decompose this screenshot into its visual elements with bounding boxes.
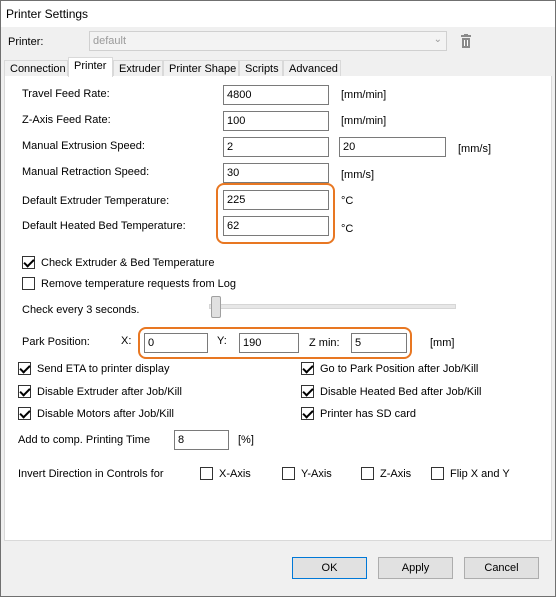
park-x-input[interactable]: 0 [144, 333, 208, 353]
z-axis-feed-rate-input[interactable]: 100 [223, 111, 329, 131]
default-extruder-temp-label: Default Extruder Temperature: [22, 195, 170, 207]
disable-motors-checkbox[interactable] [18, 407, 31, 420]
default-bed-temp-label: Default Heated Bed Temperature: [22, 220, 186, 232]
disable-extruder-label: Disable Extruder after Job/Kill [37, 386, 182, 398]
park-x-label: X: [121, 335, 132, 347]
default-extruder-temp-unit: °C [341, 195, 354, 207]
check-interval-slider-track[interactable] [209, 304, 456, 309]
check-interval-slider-thumb[interactable] [211, 296, 221, 318]
park-y-input[interactable]: 190 [239, 333, 299, 353]
window-title: Printer Settings [6, 7, 89, 21]
invert-z-axis-label: Z-Axis [380, 468, 412, 480]
disable-motors-label: Disable Motors after Job/Kill [37, 408, 174, 420]
park-y-label: Y: [217, 335, 227, 347]
check-every-label: Check every 3 seconds. [22, 304, 140, 316]
z-axis-feed-rate-label: Z-Axis Feed Rate: [22, 114, 111, 126]
default-extruder-temp-input[interactable]: 225 [223, 190, 329, 210]
check-temperature-label: Check Extruder & Bed Temperature [41, 257, 215, 269]
travel-feed-rate-input[interactable]: 4800 [223, 85, 329, 105]
printing-time-input[interactable]: 8 [174, 430, 229, 450]
printing-time-label: Add to comp. Printing Time [18, 434, 151, 446]
travel-feed-rate-label: Travel Feed Rate: [22, 88, 110, 100]
invert-x-axis-label: X-Axis [219, 468, 251, 480]
printer-label: Printer: [8, 36, 44, 48]
invert-z-axis-checkbox[interactable] [361, 467, 374, 480]
chevron-down-icon: ⌄ [433, 34, 442, 45]
printing-time-unit: [%] [238, 434, 254, 446]
manual-extrusion-speed-unit: [mm/s] [458, 143, 491, 155]
trash-icon[interactable] [460, 34, 472, 48]
send-eta-checkbox[interactable] [18, 362, 31, 375]
send-eta-label: Send ETA to printer display [37, 363, 170, 375]
remove-temp-requests-label: Remove temperature requests from Log [41, 278, 237, 290]
default-bed-temp-unit: °C [341, 223, 354, 235]
flip-xy-label: Flip X and Y [450, 468, 510, 480]
remove-temp-requests-checkbox[interactable] [22, 277, 35, 290]
park-zmin-input[interactable]: 5 [351, 333, 407, 353]
default-bed-temp-input[interactable]: 62 [223, 216, 329, 236]
apply-button[interactable]: Apply [378, 557, 453, 579]
disable-extruder-checkbox[interactable] [18, 385, 31, 398]
tab-printer[interactable]: Printer [68, 57, 113, 77]
travel-feed-rate-unit: [mm/min] [341, 89, 387, 101]
z-axis-feed-rate-unit: [mm/min] [341, 115, 387, 127]
manual-retraction-speed-unit: [mm/s] [341, 169, 374, 181]
manual-retraction-speed-label: Manual Retraction Speed: [22, 166, 150, 178]
disable-heated-bed-label: Disable Heated Bed after Job/Kill [320, 386, 482, 398]
check-temperature-checkbox[interactable] [22, 256, 35, 269]
go-to-park-label: Go to Park Position after Job/Kill [320, 363, 479, 375]
invert-y-axis-label: Y-Axis [301, 468, 332, 480]
title-bar: Printer Settings [1, 1, 555, 27]
manual-extrusion-speed-label: Manual Extrusion Speed: [22, 140, 145, 152]
tab-extruder[interactable]: Extruder [113, 60, 163, 77]
has-sd-card-checkbox[interactable] [301, 407, 314, 420]
park-position-label: Park Position: [22, 336, 90, 348]
park-unit: [mm] [430, 337, 455, 349]
manual-retraction-speed-input[interactable]: 30 [223, 163, 329, 183]
tab-scripts[interactable]: Scripts [239, 60, 283, 77]
manual-extrusion-speed-input-2[interactable]: 20 [339, 137, 446, 157]
has-sd-card-label: Printer has SD card [320, 408, 416, 420]
ok-button[interactable]: OK [292, 557, 367, 579]
tab-printer-shape[interactable]: Printer Shape [163, 60, 239, 77]
printer-select-value: default [93, 35, 127, 47]
manual-extrusion-speed-input-1[interactable]: 2 [223, 137, 329, 157]
park-zmin-label: Z min: [309, 337, 340, 349]
invert-direction-label: Invert Direction in Controls for [18, 468, 164, 480]
invert-y-axis-checkbox[interactable] [282, 467, 295, 480]
flip-xy-checkbox[interactable] [431, 467, 444, 480]
printer-settings-window: Printer Settings Printer: default ⌄ Conn… [0, 0, 556, 597]
cancel-button[interactable]: Cancel [464, 557, 539, 579]
disable-heated-bed-checkbox[interactable] [301, 385, 314, 398]
printer-select[interactable]: default ⌄ [89, 31, 447, 51]
invert-x-axis-checkbox[interactable] [200, 467, 213, 480]
tab-advanced[interactable]: Advanced [283, 60, 341, 77]
tab-connection[interactable]: Connection [4, 60, 68, 77]
go-to-park-checkbox[interactable] [301, 362, 314, 375]
